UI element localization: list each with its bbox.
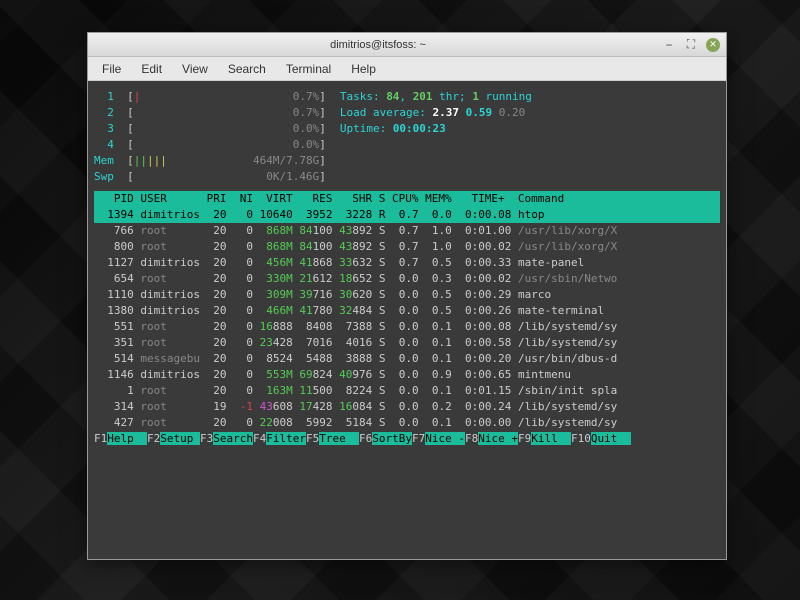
process-row[interactable]: 1380 dimitrios 20 0 466M 41780 32484 S 0…	[94, 303, 720, 319]
htop-header: 1 [| 0.7%] 2 [ 0.7%] 3 [ 0.0%] 4 [ 0.0%]…	[94, 89, 720, 185]
mem-bar: Mem [||||| 464M/7.78G]	[94, 153, 326, 169]
cpu-meters: 1 [| 0.7%] 2 [ 0.7%] 3 [ 0.0%] 4 [ 0.0%]…	[94, 89, 326, 185]
fkey-action[interactable]: Search	[213, 432, 253, 445]
fkey-action[interactable]: Tree	[319, 432, 359, 445]
fkey-action[interactable]: Nice +	[478, 432, 518, 445]
process-table[interactable]: 1394 dimitrios 20 0 10640 3952 3228 R 0.…	[94, 207, 720, 431]
terminal-body[interactable]: 1 [| 0.7%] 2 [ 0.7%] 3 [ 0.0%] 4 [ 0.0%]…	[88, 81, 726, 559]
process-row[interactable]: 551 root 20 0 16888 8408 7388 S 0.0 0.1 …	[94, 319, 720, 335]
process-row[interactable]: 1146 dimitrios 20 0 553M 69824 40976 S 0…	[94, 367, 720, 383]
fkey-label: F4	[253, 432, 266, 445]
fkey-action[interactable]: Help	[107, 432, 147, 445]
minimize-button[interactable]: −	[662, 38, 676, 52]
menu-search[interactable]: Search	[218, 60, 276, 78]
fkey-action[interactable]: Kill	[531, 432, 571, 445]
menu-file[interactable]: File	[92, 60, 131, 78]
fkey-label: F8	[465, 432, 478, 445]
process-row[interactable]: 351 root 20 0 23428 7016 4016 S 0.0 0.1 …	[94, 335, 720, 351]
fkey-label: F5	[306, 432, 319, 445]
fkey-label: F10	[571, 432, 591, 445]
process-row[interactable]: 1394 dimitrios 20 0 10640 3952 3228 R 0.…	[94, 207, 720, 223]
process-row[interactable]: 1 root 20 0 163M 11500 8224 S 0.0 0.1 0:…	[94, 383, 720, 399]
process-row[interactable]: 1127 dimitrios 20 0 456M 41868 33632 S 0…	[94, 255, 720, 271]
fkey-label: F6	[359, 432, 372, 445]
fkey-action[interactable]: Setup	[160, 432, 200, 445]
function-key-bar[interactable]: F1Help F2Setup F3SearchF4FilterF5Tree F6…	[94, 431, 720, 447]
process-row[interactable]: 314 root 19 -1 43608 17428 16084 S 0.0 0…	[94, 399, 720, 415]
fkey-action[interactable]: Nice -	[425, 432, 465, 445]
fkey-label: F7	[412, 432, 425, 445]
fkey-action[interactable]: Quit	[591, 432, 631, 445]
menubar: File Edit View Search Terminal Help	[88, 57, 726, 81]
window-title: dimitrios@itsfoss: ~	[94, 39, 662, 51]
process-header: PID USER PRI NI VIRT RES SHR S CPU% MEM%…	[94, 191, 720, 207]
load-line: Load average: 2.37 0.59 0.20	[340, 105, 532, 121]
uptime-line: Uptime: 00:00:23	[340, 121, 532, 137]
cpu-bar: 1 [| 0.7%]	[94, 89, 326, 105]
fkey-label: F1	[94, 432, 107, 445]
fkey-action[interactable]: SortBy	[372, 432, 412, 445]
menu-edit[interactable]: Edit	[131, 60, 172, 78]
fkey-label: F2	[147, 432, 160, 445]
fkey-label: F3	[200, 432, 213, 445]
process-row[interactable]: 766 root 20 0 868M 84100 43892 S 0.7 1.0…	[94, 223, 720, 239]
fkey-label: F9	[518, 432, 531, 445]
maximize-button[interactable]: ⛶	[684, 38, 698, 52]
cpu-bar: 4 [ 0.0%]	[94, 137, 326, 153]
fkey-action[interactable]: Filter	[266, 432, 306, 445]
process-row[interactable]: 514 messagebu 20 0 8524 5488 3888 S 0.0 …	[94, 351, 720, 367]
menu-view[interactable]: View	[172, 60, 218, 78]
cpu-bar: 3 [ 0.0%]	[94, 121, 326, 137]
close-button[interactable]: ✕	[706, 38, 720, 52]
cpu-bar: 2 [ 0.7%]	[94, 105, 326, 121]
menu-help[interactable]: Help	[341, 60, 386, 78]
window-titlebar[interactable]: dimitrios@itsfoss: ~ − ⛶ ✕	[88, 33, 726, 57]
terminal-window: dimitrios@itsfoss: ~ − ⛶ ✕ File Edit Vie…	[87, 32, 727, 560]
process-row[interactable]: 800 root 20 0 868M 84100 43892 S 0.7 1.0…	[94, 239, 720, 255]
process-row[interactable]: 654 root 20 0 330M 21612 18652 S 0.0 0.3…	[94, 271, 720, 287]
process-row[interactable]: 427 root 20 0 22008 5992 5184 S 0.0 0.1 …	[94, 415, 720, 431]
process-row[interactable]: 1110 dimitrios 20 0 309M 39716 30620 S 0…	[94, 287, 720, 303]
tasks-line: Tasks: 84, 201 thr; 1 running	[340, 89, 532, 105]
summary-panel: Tasks: 84, 201 thr; 1 running Load avera…	[340, 89, 532, 185]
swap-bar: Swp [ 0K/1.46G]	[94, 169, 326, 185]
menu-terminal[interactable]: Terminal	[276, 60, 341, 78]
window-controls: − ⛶ ✕	[662, 38, 720, 52]
